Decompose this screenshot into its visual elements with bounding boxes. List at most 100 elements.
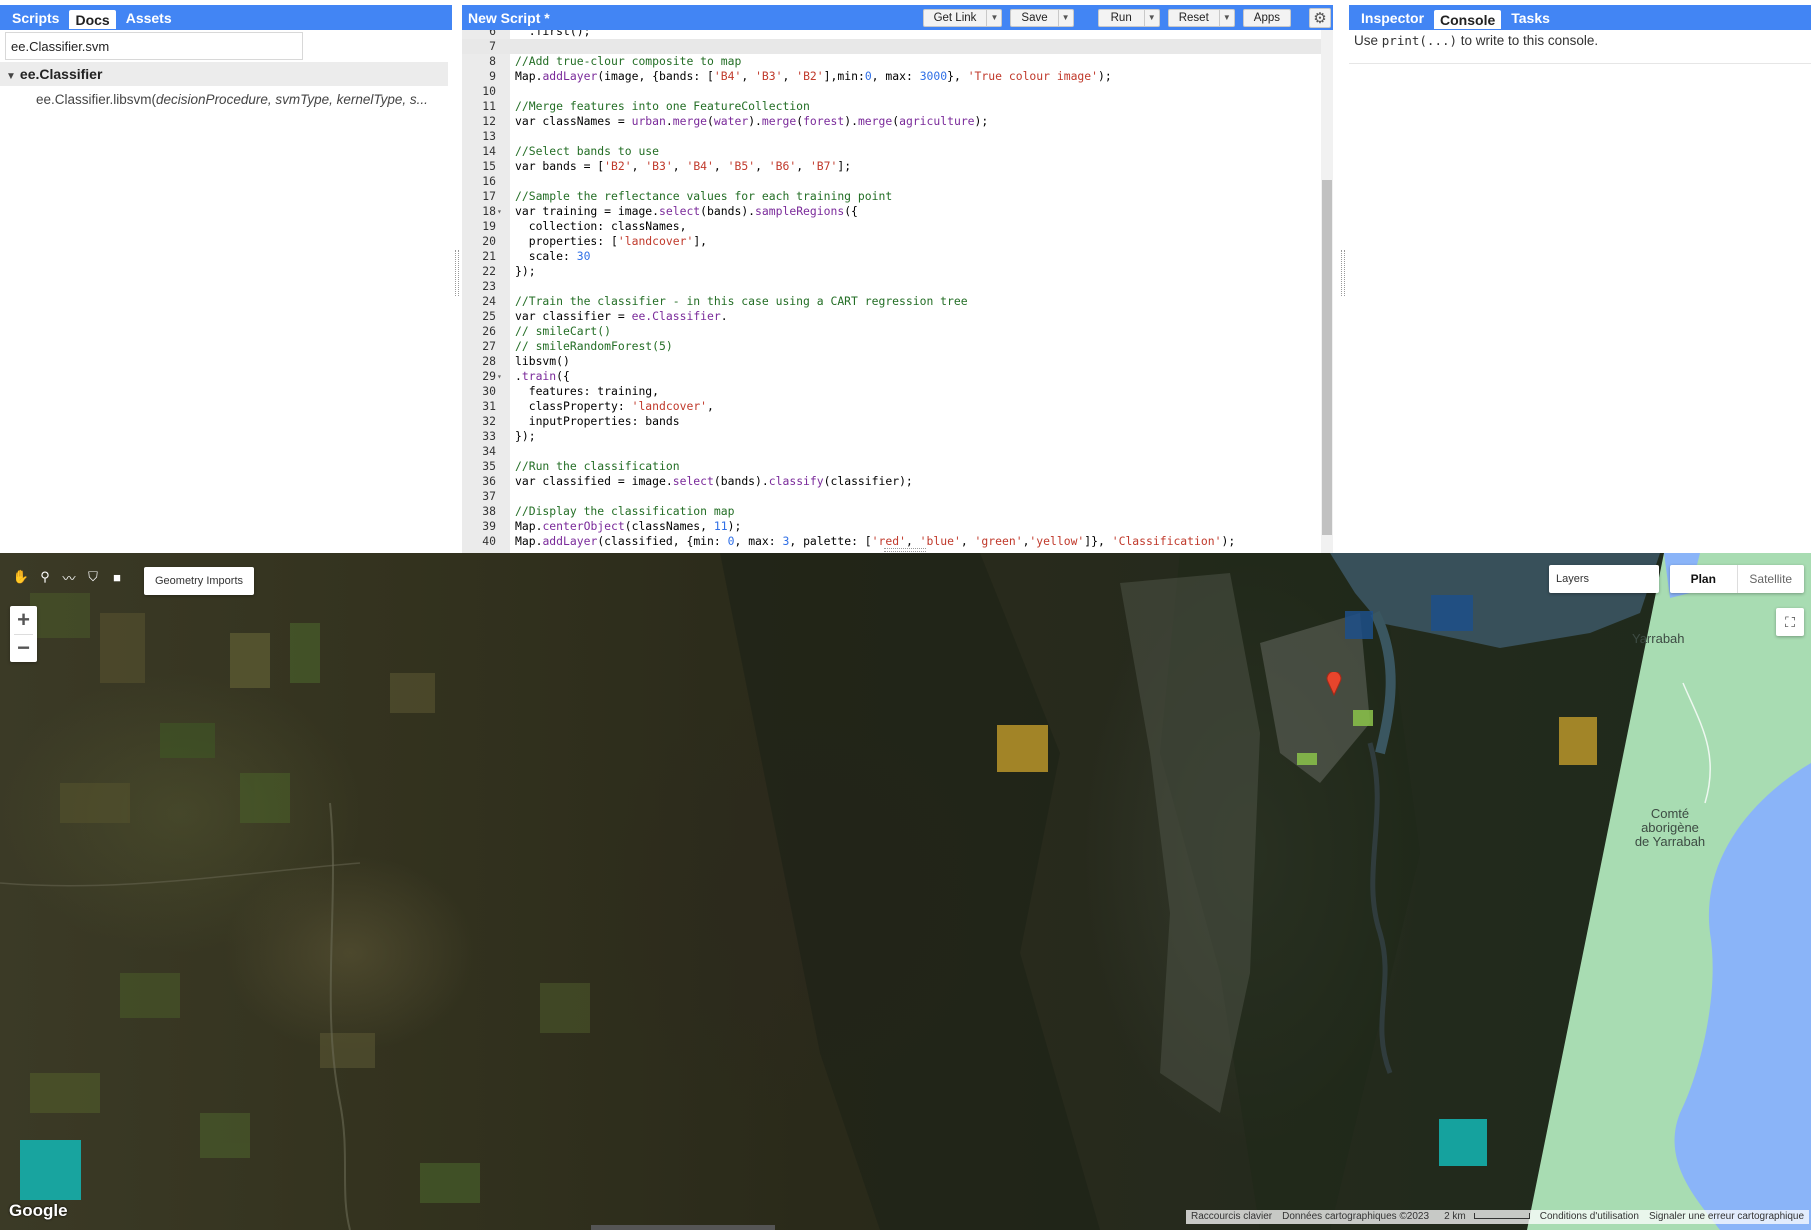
line-number: 28 (482, 354, 496, 368)
code-line[interactable]: 12 var classNames = urban.merge(water).me… (462, 114, 1323, 129)
code-line[interactable]: 15 var bands = ['B2', 'B3', 'B4', 'B5', '… (462, 159, 1323, 174)
gear-icon[interactable]: ⚙ (1309, 7, 1331, 28)
code-text: var training = image.select(bands).sampl… (515, 204, 858, 218)
terms-link[interactable]: Conditions d'utilisation (1535, 1210, 1644, 1224)
map-marker-icon[interactable] (1326, 672, 1342, 696)
run-button[interactable]: Run ▼ (1097, 8, 1160, 27)
save-button[interactable]: Save ▼ (1010, 8, 1074, 27)
polyline-icon[interactable]: 〰 (58, 566, 80, 588)
rectangle-icon[interactable]: ■ (106, 566, 128, 588)
zoom-in-button[interactable]: + (10, 606, 37, 634)
fullscreen-icon[interactable]: ⛶ (1776, 608, 1804, 636)
code-line[interactable]: 11 //Merge features into one FeatureColle… (462, 99, 1323, 114)
code-line[interactable]: 9 Map.addLayer(image, {bands: ['B4', 'B3'… (462, 69, 1323, 84)
code-text: libsvm() (515, 354, 570, 368)
code-line[interactable]: 16 (462, 174, 1323, 189)
tab-assets[interactable]: Assets (120, 8, 178, 28)
tab-inspector[interactable]: Inspector (1355, 8, 1430, 28)
line-number: 35 (482, 459, 496, 473)
code-line[interactable]: 35 //Run the classification (462, 459, 1323, 474)
run-dropdown-icon[interactable]: ▼ (1143, 9, 1159, 26)
code-line[interactable]: 36 var classified = image.select(bands).c… (462, 474, 1323, 489)
zoom-out-button[interactable]: − (10, 634, 37, 662)
editor-scrollbar[interactable] (1321, 30, 1333, 553)
code-line[interactable]: 6 .first(); (462, 30, 1323, 39)
hand-icon[interactable]: ✋ (10, 566, 32, 588)
code-line[interactable]: 24 //Train the classifier - in this case … (462, 294, 1323, 309)
reset-dropdown-icon[interactable]: ▼ (1218, 9, 1234, 26)
line-number: 33 (482, 429, 496, 443)
fold-arrow-icon[interactable]: ▾ (497, 204, 502, 219)
console-message: Use print(...) to write to this console. (1354, 33, 1598, 48)
left-panel-resize-handle[interactable] (455, 250, 459, 296)
line-number: 21 (482, 249, 496, 263)
left-panel: Scripts Docs Assets ee.Classifier.svm ▼ e… (0, 5, 452, 553)
code-line[interactable]: 33}); (462, 429, 1323, 444)
console-divider (1349, 63, 1811, 64)
code-text: // smileCart() (515, 324, 612, 338)
code-line[interactable]: 37 (462, 489, 1323, 504)
plan-button[interactable]: Plan (1670, 565, 1737, 593)
marker-icon[interactable]: ⚲ (34, 566, 56, 588)
code-line[interactable]: 30 features: training, (462, 384, 1323, 399)
code-line[interactable]: 25 var classifier = ee.Classifier. (462, 309, 1323, 324)
code-line[interactable]: 29 ▾ .train({ (462, 369, 1323, 384)
code-line[interactable]: 28 libsvm() (462, 354, 1323, 369)
map-resize-handle[interactable] (884, 548, 926, 552)
right-panel-resize-handle[interactable] (1341, 250, 1345, 296)
code-line[interactable]: 10 (462, 84, 1323, 99)
urban-sample-square (1353, 710, 1373, 726)
keyboard-shortcuts-link[interactable]: Raccourcis clavier (1186, 1210, 1277, 1224)
apps-button[interactable]: Apps (1242, 8, 1291, 27)
code-line[interactable]: 13 (462, 129, 1323, 144)
tab-console[interactable]: Console (1434, 10, 1502, 29)
docs-search-input[interactable]: ee.Classifier.svm (5, 32, 303, 60)
line-number: 13 (482, 129, 496, 143)
code-line[interactable]: 34 (462, 444, 1323, 459)
scale-bar[interactable]: 2 km (1434, 1210, 1535, 1224)
place-label-line: aborigène (1641, 820, 1699, 835)
code-line[interactable]: 32 inputProperties: bands (462, 414, 1323, 429)
code-area[interactable]: 6 .first(); 7 8//Add true-clour composite … (462, 30, 1323, 553)
code-line[interactable]: 38 //Display the classification map (462, 504, 1323, 519)
code-line[interactable]: 26 // smileCart() (462, 324, 1323, 339)
script-title[interactable]: New Script * (468, 10, 923, 26)
code-line[interactable]: 21 scale: 30 (462, 249, 1323, 264)
docs-tree-item-libsvm[interactable]: ee.Classifier.libsvm(decisionProcedure, … (36, 92, 436, 107)
code-text: //Merge features into one FeatureCollect… (515, 99, 810, 113)
satellite-button[interactable]: Satellite (1736, 565, 1805, 593)
code-line[interactable]: 14 //Select bands to use (462, 144, 1323, 159)
tab-scripts[interactable]: Scripts (6, 8, 65, 28)
tab-tasks[interactable]: Tasks (1505, 8, 1556, 28)
polygon-icon[interactable]: ⛉ (82, 566, 104, 588)
code-line[interactable]: 17 //Sample the reflectance values for ea… (462, 189, 1323, 204)
code-text: properties: ['landcover'], (515, 234, 708, 248)
line-number: 17 (482, 189, 496, 203)
code-line[interactable]: 31 classProperty: 'landcover', (462, 399, 1323, 414)
code-line[interactable]: 7 (462, 39, 1323, 54)
save-dropdown-icon[interactable]: ▼ (1057, 9, 1073, 26)
report-error-link[interactable]: Signaler une erreur cartographique (1644, 1210, 1809, 1224)
map-view[interactable]: Yarrabah Comté aborigène de Yarrabah ✋ ⚲… (0, 553, 1811, 1230)
get-link-dropdown-icon[interactable]: ▼ (986, 9, 1001, 26)
reset-button[interactable]: Reset ▼ (1167, 8, 1235, 27)
code-line[interactable]: 20 properties: ['landcover'], (462, 234, 1323, 249)
code-line[interactable]: 27 // smileRandomForest(5) (462, 339, 1323, 354)
editor-scrollbar-thumb[interactable] (1322, 180, 1332, 535)
geometry-imports-button[interactable]: Geometry Imports (144, 567, 254, 595)
fold-arrow-icon[interactable]: ▾ (497, 369, 502, 384)
code-line[interactable]: 40 Map.addLayer(classified, {min: 0, max:… (462, 534, 1323, 549)
code-line[interactable]: 39 Map.centerObject(classNames, 11); (462, 519, 1323, 534)
code-line[interactable]: 22}); (462, 264, 1323, 279)
tab-docs[interactable]: Docs (69, 10, 116, 29)
docs-tree-root[interactable]: ▼ ee.Classifier (0, 62, 448, 86)
scale-bar-line (1473, 1213, 1530, 1220)
code-line[interactable]: 18 ▾ var training = image.select(bands).sa… (462, 204, 1323, 219)
code-text: //Display the classification map (515, 504, 735, 518)
expand-triangle-icon[interactable]: ▼ (6, 71, 16, 82)
layers-button[interactable]: Layers (1549, 565, 1659, 593)
code-line[interactable]: 19 collection: classNames, (462, 219, 1323, 234)
code-line[interactable]: 23 (462, 279, 1323, 294)
get-link-button[interactable]: Get Link ▼ (922, 8, 1003, 27)
code-line[interactable]: 8 //Add true-clour composite to map (462, 54, 1323, 69)
